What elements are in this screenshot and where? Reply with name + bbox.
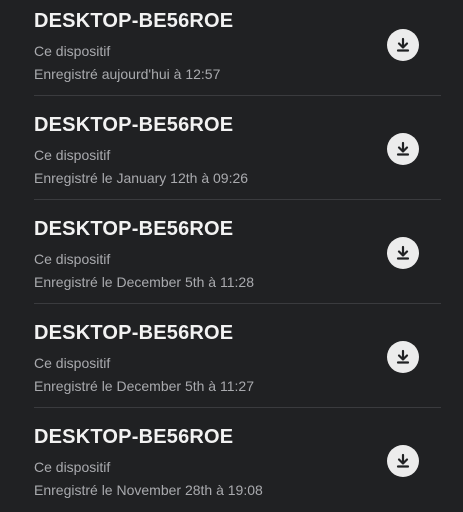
backup-device-name: DESKTOP-BE56ROE (34, 10, 234, 32)
backup-list-item[interactable]: DESKTOP-BE56ROE Ce dispositif Enregistré… (34, 408, 441, 512)
download-icon (396, 453, 410, 468)
download-icon (396, 37, 410, 52)
backup-list-item[interactable]: DESKTOP-BE56ROE Ce dispositif Enregistré… (34, 200, 441, 304)
backup-list: DESKTOP-BE56ROE Ce dispositif Enregistré… (34, 0, 441, 512)
backup-list-item[interactable]: DESKTOP-BE56ROE Ce dispositif Enregistré… (34, 96, 441, 200)
backup-device-label: Ce dispositif (34, 355, 111, 371)
backup-saved-time: Enregistré le December 5th à 11:28 (34, 274, 254, 290)
backup-device-name: DESKTOP-BE56ROE (34, 114, 234, 136)
backup-list-item[interactable]: DESKTOP-BE56ROE Ce dispositif Enregistré… (34, 0, 441, 96)
backup-saved-time: Enregistré le January 12th à 09:26 (34, 170, 249, 186)
backup-device-name: DESKTOP-BE56ROE (34, 322, 234, 344)
backup-saved-time: Enregistré aujourd'hui à 12:57 (34, 66, 221, 82)
download-icon (396, 245, 410, 260)
backup-device-label: Ce dispositif (34, 459, 111, 475)
backup-device-name: DESKTOP-BE56ROE (34, 218, 234, 240)
backup-saved-time: Enregistré le November 28th à 19:08 (34, 482, 263, 498)
backup-device-label: Ce dispositif (34, 43, 111, 59)
download-button[interactable] (387, 237, 419, 269)
download-button[interactable] (387, 133, 419, 165)
download-icon (396, 349, 410, 364)
backup-device-name: DESKTOP-BE56ROE (34, 426, 234, 448)
backup-device-label: Ce dispositif (34, 147, 111, 163)
download-icon (396, 141, 410, 156)
download-button[interactable] (387, 445, 419, 477)
download-button[interactable] (387, 29, 419, 61)
download-button[interactable] (387, 341, 419, 373)
backup-list-item[interactable]: DESKTOP-BE56ROE Ce dispositif Enregistré… (34, 304, 441, 408)
backup-saved-time: Enregistré le December 5th à 11:27 (34, 378, 254, 394)
backup-device-label: Ce dispositif (34, 251, 111, 267)
